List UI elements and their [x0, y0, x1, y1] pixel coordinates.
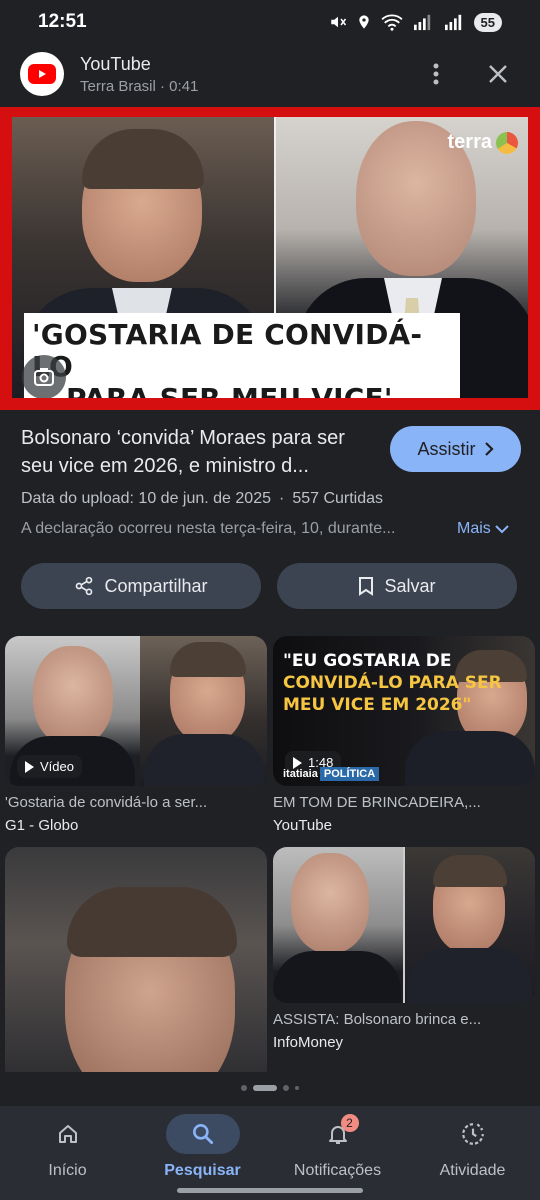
upload-date: Data do upload: 10 de jun. de 2025: [21, 490, 271, 507]
save-label: Salvar: [384, 575, 436, 596]
channel-logo: itatiaia POLÍTICA: [283, 767, 380, 781]
meta-separator: ·: [278, 490, 285, 507]
page-dot: [241, 1085, 247, 1091]
page-dot-active: [253, 1085, 277, 1091]
video-description: A declaração ocorreu nesta terça-feira, …: [21, 520, 396, 537]
close-button[interactable]: [476, 52, 520, 96]
likes-count: 557 Curtidas: [292, 490, 384, 507]
youtube-logo-icon: [20, 52, 64, 96]
terra-logo-icon: [496, 131, 518, 154]
search-icon: [192, 1124, 213, 1145]
watch-label: Assistir: [417, 438, 476, 459]
nav-search-label: Pesquisar: [164, 1162, 241, 1179]
gesture-handle[interactable]: [177, 1188, 363, 1193]
result-thumbnail: [5, 847, 267, 1072]
action-buttons: Compartilhar Salvar: [21, 563, 517, 609]
video-preview[interactable]: terra 'GOSTARIA DE CONVIDÁ-LO PARA SER M…: [0, 107, 540, 410]
share-label: Compartilhar: [104, 575, 208, 596]
result-thumbnail: [273, 847, 535, 1003]
thumbnail-overlay-title: "EU GOSTARIA DE CONVIDÁ-LO PARA SER MEU …: [283, 651, 502, 715]
thumbnail-caption: 'GOSTARIA DE CONVIDÁ-LO PARA SER MEU VIC…: [24, 313, 460, 398]
share-button[interactable]: Compartilhar: [21, 563, 261, 609]
more-options-button[interactable]: [414, 52, 458, 96]
related-results-grid: Vídeo 'Gostaria de convidá-lo a ser... G…: [5, 636, 535, 1072]
nav-activity-label: Atividade: [439, 1162, 506, 1179]
more-link[interactable]: Mais: [457, 520, 509, 538]
page-dot: [283, 1085, 289, 1091]
watch-button[interactable]: Assistir: [390, 426, 521, 472]
status-bar: 12:51 55: [0, 0, 540, 44]
video-badge: Vídeo: [17, 755, 82, 778]
result-card[interactable]: ASSISTA: Bolsonaro brinca e... InfoMoney: [273, 847, 535, 1051]
signal-5g-icon: [413, 14, 430, 31]
description-row: A declaração ocorreu nesta terça-feira, …: [21, 520, 521, 538]
signal-4g-icon: [444, 14, 461, 31]
result-source: YouTube: [273, 817, 332, 834]
video-title[interactable]: Bolsonaro ‘convida’ Moraes para ser seu …: [21, 424, 371, 480]
terra-watermark: terra: [448, 131, 518, 154]
source-info: YouTube Terra Brasil · 0:41: [80, 54, 414, 95]
lens-icon: [34, 368, 54, 386]
bottom-navigation: Início Pesquisar 2 Notificações Atividad…: [0, 1106, 540, 1200]
nav-home-label: Início: [48, 1162, 87, 1179]
result-card[interactable]: [5, 847, 267, 1072]
save-button[interactable]: Salvar: [277, 563, 517, 609]
chevron-down-icon: [495, 525, 509, 534]
source-header: YouTube Terra Brasil · 0:41: [0, 44, 540, 104]
result-card[interactable]: "EU GOSTARIA DE CONVIDÁ-LO PARA SER MEU …: [273, 636, 535, 834]
result-title: 'Gostaria de convidá-lo a ser...: [5, 794, 208, 811]
page-indicator: [0, 1085, 540, 1091]
play-icon: [293, 756, 302, 769]
page-dot: [295, 1086, 299, 1090]
home-icon: [58, 1125, 77, 1143]
mute-icon: [330, 16, 346, 28]
result-title: EM TOM DE BRINCADEIRA,...: [273, 794, 481, 811]
nav-notifications-label: Notificações: [293, 1162, 382, 1179]
activity-icon: [461, 1123, 484, 1145]
video-info: Bolsonaro ‘convida’ Moraes para ser seu …: [21, 424, 521, 538]
video-meta: Data do upload: 10 de jun. de 2025 · 557…: [21, 490, 521, 508]
play-icon: [25, 760, 34, 773]
location-icon: [358, 15, 369, 29]
result-thumbnail: "EU GOSTARIA DE CONVIDÁ-LO PARA SER MEU …: [273, 636, 535, 786]
result-title: ASSISTA: Bolsonaro brinca e...: [273, 1011, 482, 1028]
status-icons: 55: [329, 12, 502, 32]
more-vert-icon: [433, 63, 439, 85]
chevron-right-icon: [484, 442, 494, 456]
result-thumbnail: Vídeo: [5, 636, 267, 786]
result-source: G1 - Globo: [5, 817, 79, 834]
lens-search-button[interactable]: [22, 355, 66, 398]
wifi-icon: [381, 14, 403, 31]
share-icon: [76, 576, 93, 596]
battery-indicator: 55: [473, 12, 502, 32]
video-thumbnail: terra 'GOSTARIA DE CONVIDÁ-LO PARA SER M…: [12, 117, 528, 398]
source-name: YouTube: [80, 53, 151, 74]
result-source: InfoMoney: [273, 1034, 344, 1051]
nav-activity[interactable]: Atividade: [413, 1114, 533, 1200]
nav-home[interactable]: Início: [8, 1114, 128, 1200]
notification-count-badge: 2: [340, 1114, 359, 1132]
status-time: 12:51: [38, 11, 87, 32]
result-card[interactable]: Vídeo 'Gostaria de convidá-lo a ser... G…: [5, 636, 267, 834]
close-icon: [489, 65, 507, 83]
source-subtitle: Terra Brasil · 0:41: [80, 77, 199, 95]
bookmark-icon: [359, 577, 374, 596]
